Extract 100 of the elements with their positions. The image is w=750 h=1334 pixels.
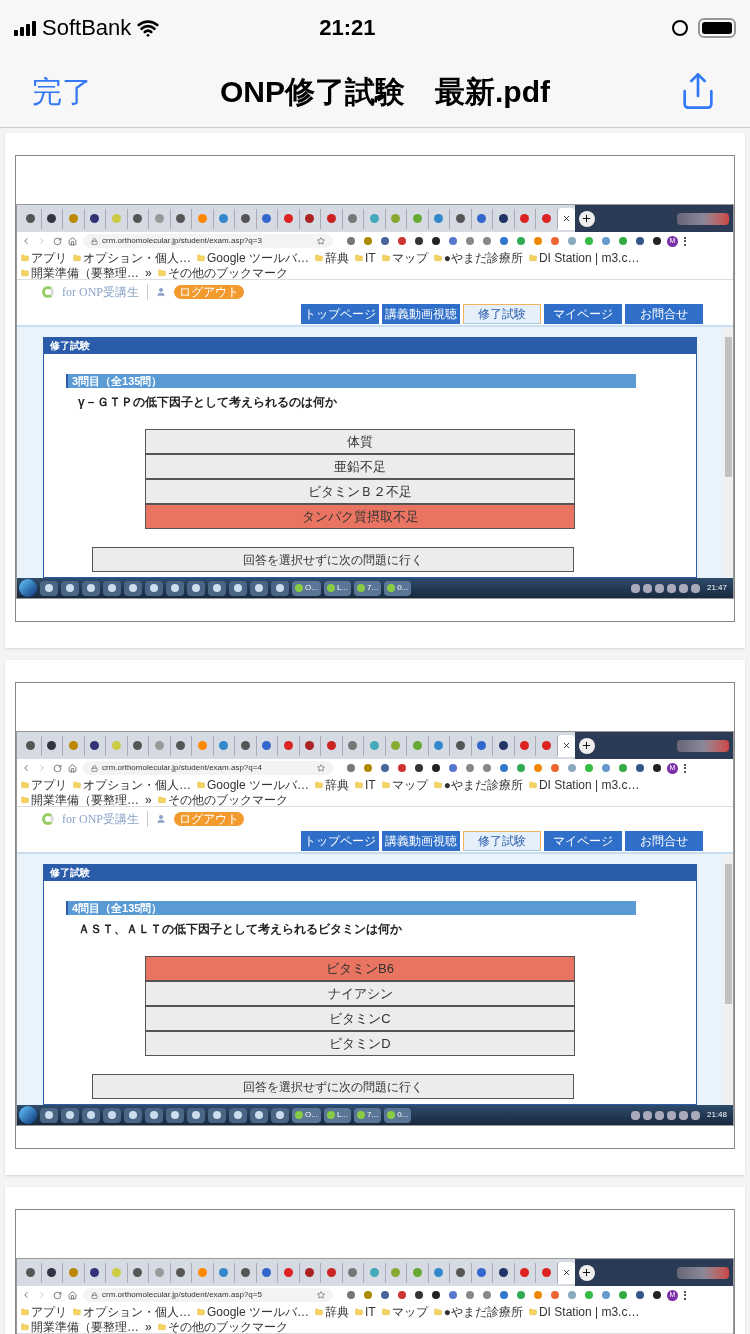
favicon-icon[interactable] — [90, 214, 100, 223]
start-button[interactable] — [19, 579, 37, 597]
favicon-icon[interactable] — [498, 1268, 508, 1277]
home-icon[interactable] — [68, 1290, 77, 1300]
taskbar-app-icon[interactable] — [61, 580, 79, 596]
bookmark-link[interactable]: アプリ — [31, 251, 67, 264]
bookmark-link[interactable]: Google ツールバ… — [207, 1305, 310, 1318]
taskbar-app-icon[interactable] — [124, 1107, 142, 1123]
favicon-icon[interactable] — [90, 741, 100, 750]
taskbar-app-button[interactable]: 7... — [354, 580, 382, 596]
bookmark-link[interactable]: アプリ — [31, 1305, 67, 1318]
taskbar-app-icon[interactable] — [61, 1107, 79, 1123]
favicon-icon[interactable] — [47, 1268, 57, 1277]
address-field[interactable]: crm.orthomolecular.jp/student/exam.asp?q=3 — [83, 234, 333, 248]
extension-icon[interactable] — [415, 1291, 423, 1299]
favicon-icon[interactable] — [176, 214, 186, 223]
bookmark-link[interactable]: 辞典 — [325, 1305, 350, 1318]
favicon-icon[interactable] — [455, 214, 465, 223]
favicon-icon[interactable] — [47, 741, 57, 750]
favicon-icon[interactable] — [305, 741, 315, 750]
bookmark-link[interactable]: マップ — [391, 1305, 428, 1318]
favicon-icon[interactable] — [176, 1268, 186, 1277]
bookmark-star-icon[interactable] — [317, 237, 325, 245]
site-nav-tab[interactable]: お問合せ — [625, 304, 703, 324]
favicon-icon[interactable] — [25, 741, 35, 750]
site-nav-tab[interactable]: 講義動画視聴 — [382, 304, 460, 324]
bookmark-link[interactable]: DI Station | m3.c… — [538, 1305, 640, 1318]
home-icon[interactable] — [68, 236, 77, 246]
answer-option[interactable]: ビタミンＢ２不足 — [145, 479, 575, 504]
bookmark-link[interactable]: 開業準備（要整理… — [31, 793, 139, 806]
taskbar-app-icon[interactable] — [187, 580, 205, 596]
bookmark-link[interactable]: オプション・個人… — [83, 251, 191, 264]
taskbar-app-icon[interactable] — [124, 580, 142, 596]
taskbar-app-icon[interactable] — [208, 580, 226, 596]
bookmark-star-icon[interactable] — [317, 764, 325, 772]
bookmark-link[interactable]: IT — [365, 251, 376, 264]
favicon-icon[interactable] — [326, 741, 336, 750]
bookmark-star-icon[interactable] — [317, 1291, 325, 1299]
site-nav-tab[interactable]: マイページ — [544, 304, 622, 324]
bookmark-link[interactable]: マップ — [391, 251, 428, 264]
close-icon[interactable] — [561, 741, 571, 750]
extension-icon[interactable] — [432, 237, 440, 245]
favicon-icon[interactable] — [25, 1268, 35, 1277]
favicon-icon[interactable] — [176, 741, 186, 750]
favicon-icon[interactable] — [240, 741, 250, 750]
taskbar-clock[interactable]: 21:48 — [702, 1109, 731, 1121]
extension-icon[interactable] — [653, 1291, 661, 1299]
taskbar-app-button[interactable]: L... — [323, 1107, 351, 1123]
skip-question-button[interactable]: 回答を選択せずに次の問題に行く — [92, 547, 574, 572]
favicon-icon[interactable] — [262, 741, 272, 750]
bookmark-link[interactable]: DI Station | m3.c… — [538, 778, 640, 791]
bookmark-link[interactable]: Google ツールバ… — [207, 778, 310, 791]
taskbar-app-icon[interactable] — [250, 1107, 268, 1123]
reload-icon[interactable] — [53, 1290, 62, 1300]
address-field[interactable]: crm.orthomolecular.jp/student/exam.asp?q=5 — [83, 1288, 333, 1302]
bookmark-link[interactable]: Google ツールバ… — [207, 251, 310, 264]
bookmark-link[interactable]: 辞典 — [325, 251, 350, 264]
answer-option[interactable]: タンパク質摂取不足 — [145, 504, 575, 529]
taskbar-app-icon[interactable] — [103, 1107, 121, 1123]
favicon-icon[interactable] — [262, 214, 272, 223]
favicon-icon[interactable] — [477, 214, 487, 223]
favicon-icon[interactable] — [326, 214, 336, 223]
favicon-icon[interactable] — [133, 741, 143, 750]
back-icon[interactable] — [21, 236, 31, 246]
taskbar-app-button[interactable]: L... — [323, 580, 351, 596]
favicon-icon[interactable] — [90, 1268, 100, 1277]
taskbar-app-icon[interactable] — [40, 1107, 58, 1123]
extension-icon[interactable] — [415, 237, 423, 245]
bookmark-link[interactable]: 開業準備（要整理… — [31, 1320, 139, 1333]
taskbar-app-icon[interactable] — [166, 580, 184, 596]
bookmark-link[interactable]: ●やまだ診療所 — [443, 251, 523, 264]
reload-icon[interactable] — [53, 763, 62, 773]
taskbar-app-icon[interactable] — [82, 580, 100, 596]
site-nav-tab[interactable]: 修了試験 — [463, 831, 541, 851]
new-tab-button[interactable] — [578, 737, 595, 754]
bookmark-link[interactable]: マップ — [391, 778, 428, 791]
taskbar-app-icon[interactable] — [250, 580, 268, 596]
taskbar-clock[interactable]: 21:47 — [702, 582, 731, 594]
new-tab-button[interactable] — [578, 1264, 595, 1281]
back-icon[interactable] — [21, 1290, 31, 1300]
taskbar-app-icon[interactable] — [103, 580, 121, 596]
extension-icon[interactable] — [415, 764, 423, 772]
bookmark-link[interactable]: DI Station | m3.c… — [538, 251, 640, 264]
back-icon[interactable] — [21, 763, 31, 773]
taskbar-app-icon[interactable] — [166, 1107, 184, 1123]
favicon-icon[interactable] — [47, 214, 57, 223]
start-button[interactable] — [19, 1106, 37, 1124]
bookmark-link[interactable]: 開業準備（要整理… — [31, 266, 139, 279]
extension-icon[interactable] — [653, 764, 661, 772]
extension-icon[interactable] — [653, 237, 661, 245]
extension-icon[interactable] — [636, 1291, 644, 1299]
bookmark-link[interactable]: その他のブックマーク — [167, 1320, 288, 1333]
favicon-icon[interactable] — [455, 1268, 465, 1277]
answer-option[interactable]: 体質 — [145, 429, 575, 454]
favicon-icon[interactable] — [326, 1268, 336, 1277]
favicon-icon[interactable] — [498, 741, 508, 750]
taskbar-app-icon[interactable] — [271, 580, 289, 596]
taskbar-app-button[interactable]: 0... — [384, 1107, 412, 1123]
favicon-icon[interactable] — [133, 1268, 143, 1277]
taskbar-app-icon[interactable] — [187, 1107, 205, 1123]
